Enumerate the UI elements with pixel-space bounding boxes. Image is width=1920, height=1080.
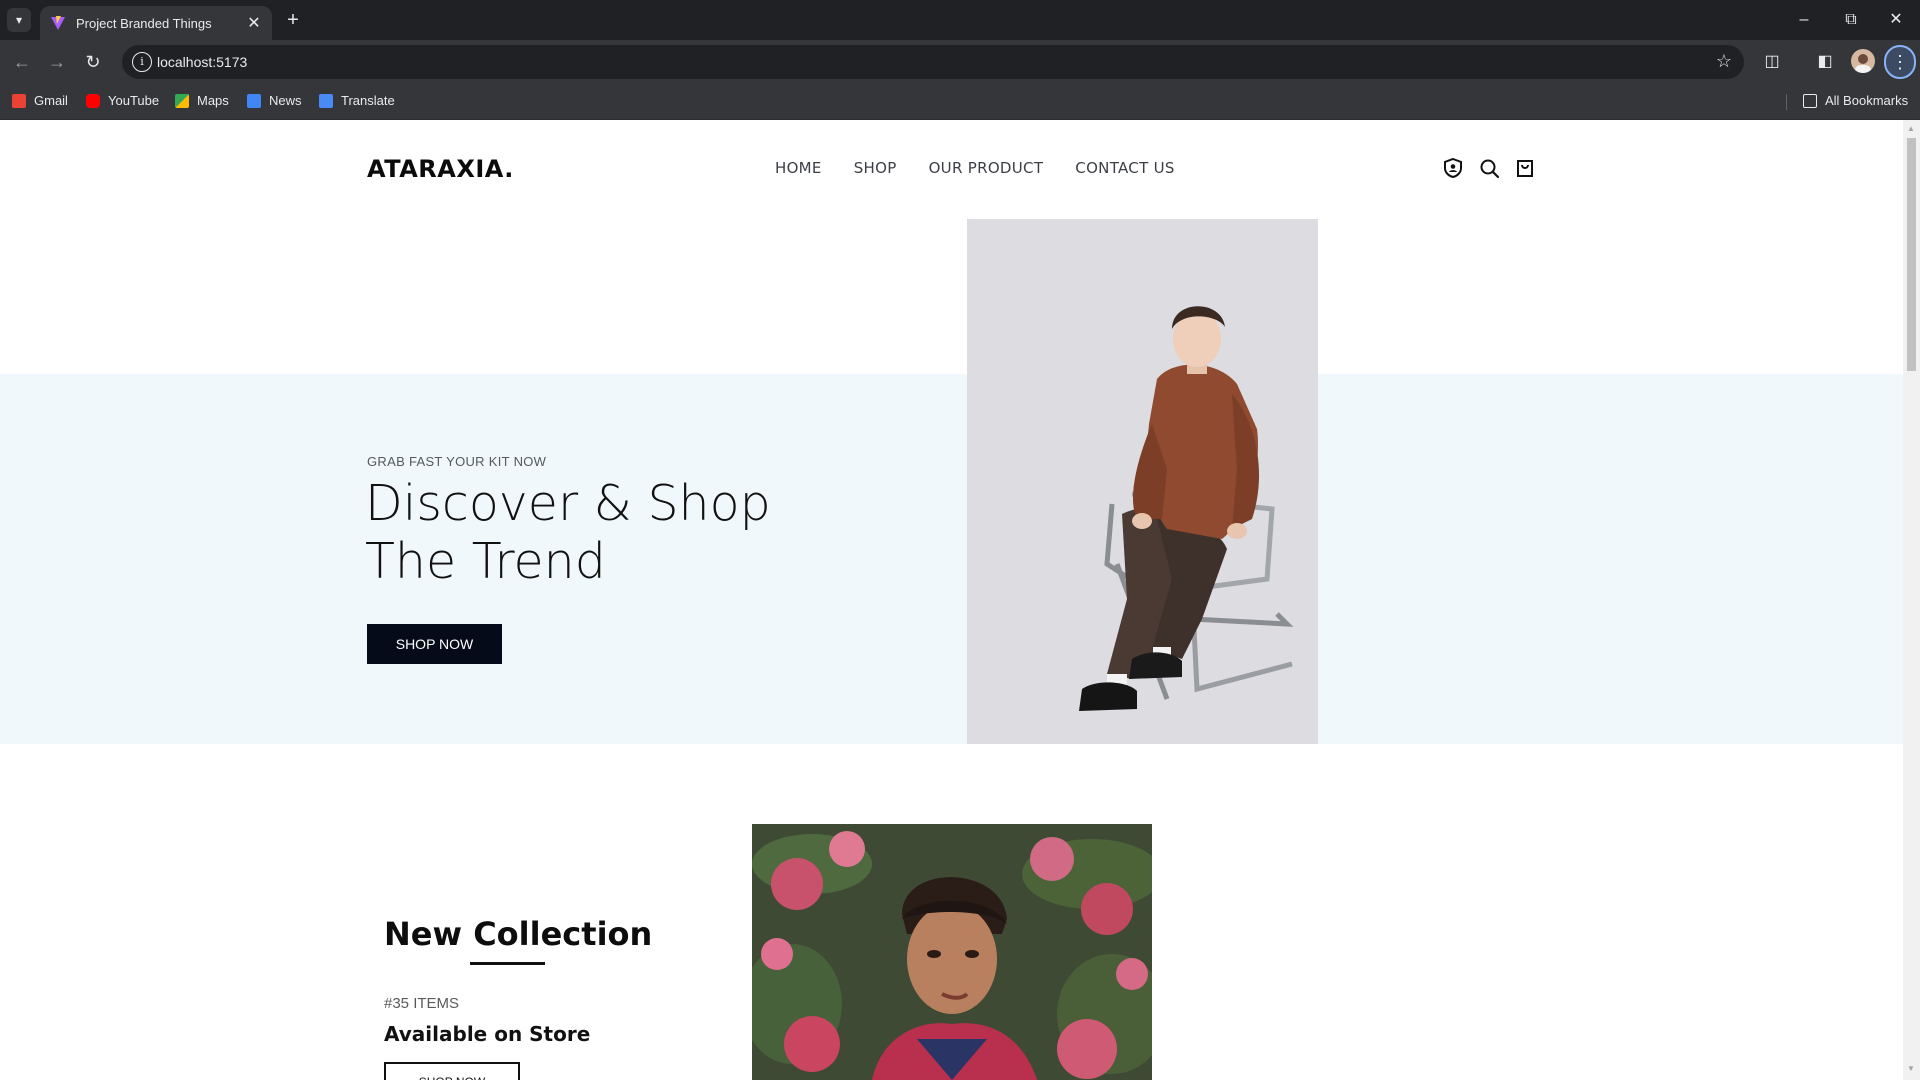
collection-title-underline <box>470 962 545 965</box>
scroll-up-icon[interactable]: ▲ <box>1907 124 1915 133</box>
youtube-icon <box>86 93 100 108</box>
bookmark-maps[interactable]: Maps <box>175 93 229 108</box>
translate-icon <box>319 93 333 108</box>
floral-portrait-illustration <box>752 824 1152 1080</box>
reload-icon[interactable]: ↻ <box>81 50 105 74</box>
address-bar[interactable]: i localhost:5173 ☆ <box>122 45 1744 79</box>
side-panel-icon[interactable]: ◧ <box>1813 50 1837 74</box>
browser-tab[interactable]: Project Branded Things ✕ <box>40 6 272 40</box>
close-tab-icon[interactable]: ✕ <box>244 13 264 33</box>
nav-our-product[interactable]: OUR PRODUCT <box>929 159 1044 177</box>
bookmark-star-icon[interactable]: ☆ <box>1716 51 1732 72</box>
tab-search-button[interactable]: ▾ <box>7 8 31 32</box>
hero-title: Discover & Shop The Trend <box>365 475 885 591</box>
forward-icon[interactable]: → <box>45 50 69 74</box>
collection-model-image <box>752 824 1152 1080</box>
shopping-bag-icon[interactable] <box>1514 157 1536 179</box>
new-tab-button[interactable]: + <box>280 8 306 34</box>
bookmark-label: News <box>269 93 302 108</box>
hero-shop-now-button[interactable]: SHOP NOW <box>367 624 502 664</box>
close-window-icon[interactable]: ✕ <box>1874 6 1918 34</box>
browser-tab-bar: ▾ Project Branded Things ✕ + – ⧉ ✕ <box>0 0 1920 40</box>
bookmark-label: Translate <box>341 93 395 108</box>
tab-title: Project Branded Things <box>76 15 212 31</box>
main-nav: HOME SHOP OUR PRODUCT CONTACT US <box>775 159 1175 177</box>
bookmark-label: Maps <box>197 93 229 108</box>
hero-section <box>0 374 1903 744</box>
all-bookmarks-label: All Bookmarks <box>1825 93 1909 108</box>
bookmark-news[interactable]: News <box>247 93 302 108</box>
hero-title-line-2: The Trend <box>365 533 606 590</box>
restore-icon[interactable]: ⧉ <box>1829 6 1873 34</box>
search-icon[interactable] <box>1478 157 1500 179</box>
hero-subtitle: GRAB FAST YOUR KIT NOW <box>367 454 547 469</box>
browser-toolbar: ← → ↻ i localhost:5173 ☆ ◫ ◧ ⋮ <box>0 40 1920 84</box>
vite-favicon-icon <box>51 16 65 30</box>
account-shield-icon[interactable] <box>1442 157 1464 179</box>
minimize-icon[interactable]: – <box>1782 6 1826 34</box>
page-scrollbar[interactable]: ▲ ▼ <box>1903 120 1920 1080</box>
extensions-icon[interactable]: ◫ <box>1760 50 1784 74</box>
site-info-icon[interactable]: i <box>132 52 152 72</box>
url-text[interactable]: localhost:5173 <box>157 54 247 70</box>
folder-icon <box>1803 93 1817 108</box>
back-icon[interactable]: ← <box>10 50 34 74</box>
scroll-down-icon[interactable]: ▼ <box>1907 1064 1915 1073</box>
scroll-thumb[interactable] <box>1907 138 1916 371</box>
bookmarks-bar: Gmail YouTube Maps News Translate All Bo… <box>0 84 1920 120</box>
hero-title-line-1: Discover & Shop <box>365 475 771 532</box>
site-logo[interactable]: ATARAXIA. <box>367 155 514 183</box>
hero-model-image <box>967 219 1318 744</box>
gmail-icon <box>12 93 26 108</box>
collection-item-count: #35 ITEMS <box>384 995 460 1012</box>
collection-availability: Available on Store <box>384 1022 591 1046</box>
all-bookmarks[interactable]: All Bookmarks <box>1803 93 1908 108</box>
nav-home[interactable]: HOME <box>775 159 822 177</box>
bookmark-label: Gmail <box>34 93 68 108</box>
bookmark-label: YouTube <box>108 93 160 108</box>
web-page: ATARAXIA. HOME SHOP OUR PRODUCT CONTACT … <box>0 120 1903 1080</box>
bookmark-translate[interactable]: Translate <box>319 93 395 108</box>
maps-icon <box>175 93 189 108</box>
browser-menu-icon[interactable]: ⋮ <box>1884 45 1916 79</box>
bookmark-youtube[interactable]: YouTube <box>86 93 159 108</box>
seated-model-illustration <box>967 219 1318 744</box>
nav-contact-us[interactable]: CONTACT US <box>1075 159 1174 177</box>
profile-avatar[interactable] <box>1851 49 1875 73</box>
bookmarks-divider <box>1786 94 1787 110</box>
bookmark-gmail[interactable]: Gmail <box>12 93 68 108</box>
collection-shop-now-button[interactable]: SHOP NOW <box>384 1062 520 1080</box>
collection-title: New Collection <box>384 915 653 953</box>
nav-shop[interactable]: SHOP <box>854 159 897 177</box>
news-icon <box>247 93 261 108</box>
